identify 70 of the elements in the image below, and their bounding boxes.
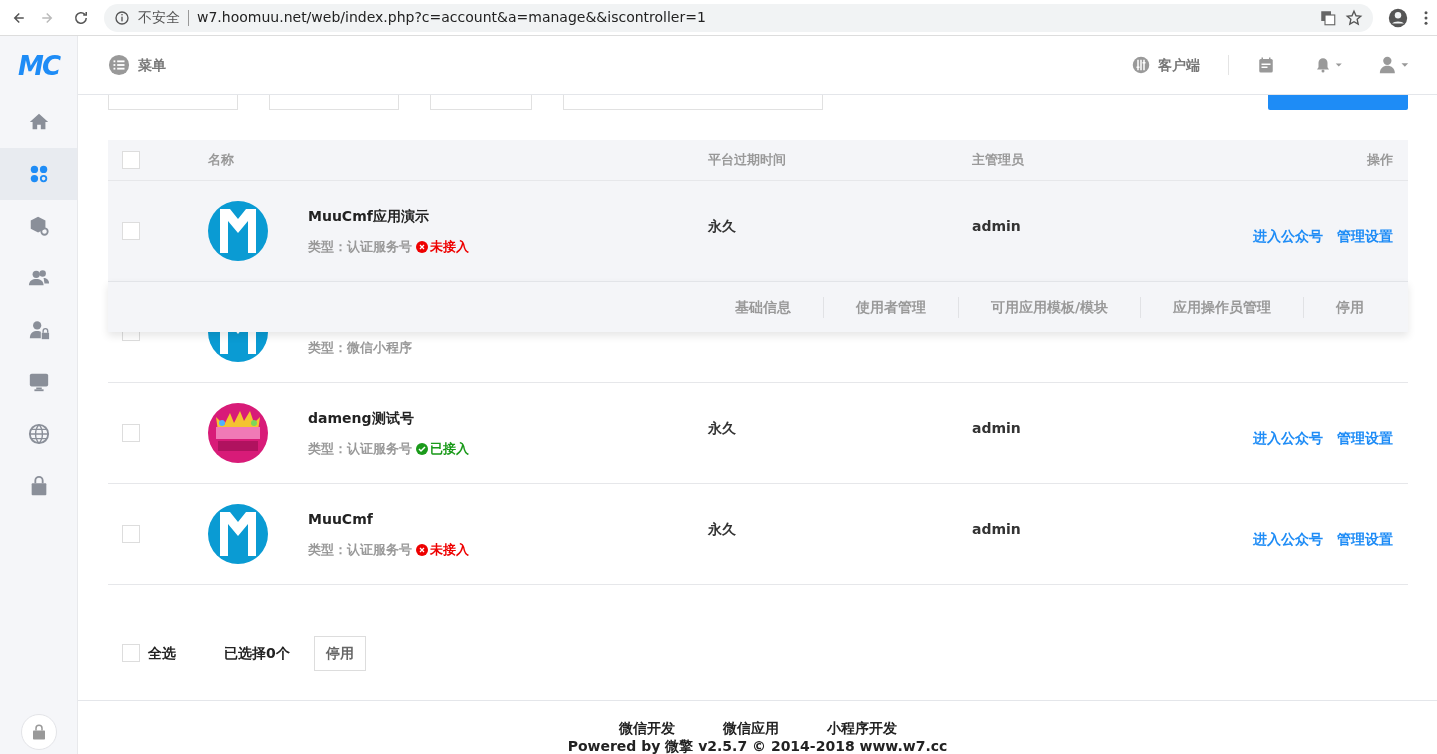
footer-link[interactable]: 微信应用 [722,719,779,737]
column-header: 名称 [208,151,235,170]
column-header: 平台过期时间 [708,151,787,170]
account-type: 类型：微信小程序 [308,338,412,357]
status-label: 未接入 [430,540,469,559]
action-link[interactable]: 进入公众号 [1253,530,1323,547]
row-menu-link[interactable]: 基础信息 [702,296,823,318]
action-link[interactable]: 管理设置 [1337,227,1393,244]
row-menu-link[interactable]: 可用应用模板/模块 [957,296,1140,318]
user-lock-icon [27,319,50,341]
sliders-icon[interactable] [1132,56,1150,74]
account-name: MuuCmf应用演示 [308,206,430,226]
info-icon [114,9,130,26]
column-header: 操作 [1367,151,1394,170]
search-field[interactable] [563,95,823,110]
checkbox[interactable] [122,424,140,442]
security-label: 不安全 [138,8,180,27]
status-label: 未接入 [430,237,469,256]
logo[interactable]: MC [18,36,59,96]
menu-icon[interactable] [108,54,130,76]
avatar-logo-icon [208,504,268,564]
admin-name: admin [972,519,1022,539]
client-link[interactable]: 客户端 [1158,54,1200,76]
calendar-icon[interactable] [1257,56,1275,74]
sidebar-item[interactable] [0,148,77,200]
lock-button[interactable] [20,714,57,750]
checkbox[interactable] [122,525,140,543]
expiry-text: 永久 [708,519,737,539]
user-icon[interactable] [1379,55,1409,75]
row-menu-link[interactable]: 停用 [1303,296,1396,318]
admin-name: admin [972,418,1022,438]
kebab-menu-icon[interactable] [1423,8,1429,27]
disable-button[interactable]: 停用 [313,635,366,671]
check-circle-icon [416,442,428,455]
url-text: w7.hoomuu.net/web/index.php?c=account&a=manage&&iscontroller=1 [197,8,706,27]
admin-name: admin [972,216,1022,236]
globe-icon [27,423,50,445]
status-label: 已接入 [430,439,469,458]
footer-link[interactable]: 微信开发 [618,719,675,737]
powered-by-text: Powered by 微擎 v2.5.7 © 2014-2018 www.w7.cc [567,737,948,754]
expiry-text: 永久 [708,216,737,236]
checkbox[interactable] [122,151,140,169]
menu-label[interactable]: 菜单 [138,54,166,76]
checkbox[interactable] [122,644,140,662]
action-link[interactable]: 管理设置 [1337,530,1393,547]
translate-icon[interactable] [1319,8,1337,27]
star-icon[interactable] [1345,8,1363,27]
selected-count: 已选择0个 [224,643,290,663]
footer-link[interactable]: 小程序开发 [826,719,897,737]
x-circle-icon [416,240,428,253]
address-bar[interactable]: 不安全 w7.hoomuu.net/web/index.php?c=account&a=manage&&iscontroller=1 [104,3,1373,32]
account-type: 类型：认证服务号 [308,439,412,458]
account-name: dameng测试号 [308,408,415,428]
action-link[interactable]: 进入公众号 [1253,429,1323,446]
column-header: 主管理员 [972,151,1025,170]
x-circle-icon [416,543,428,556]
checkbox[interactable] [122,222,140,240]
account-name: MuuCmf [308,509,374,529]
row-menu-link[interactable]: 使用者管理 [822,296,958,318]
select-all-label[interactable]: 全选 [148,642,176,664]
avatar-logo-icon [208,201,268,261]
row-menu-link[interactable]: 应用操作员管理 [1140,296,1303,318]
bell-icon[interactable] [1315,56,1343,74]
action-link[interactable]: 管理设置 [1337,429,1393,446]
monitor-icon [27,371,50,393]
profile-icon[interactable] [1387,6,1409,29]
account-type: 类型：认证服务号 [308,237,412,256]
action-link[interactable]: 进入公众号 [1253,227,1323,244]
account-type: 类型：认证服务号 [308,540,412,559]
expiry-text: 永久 [708,418,737,438]
